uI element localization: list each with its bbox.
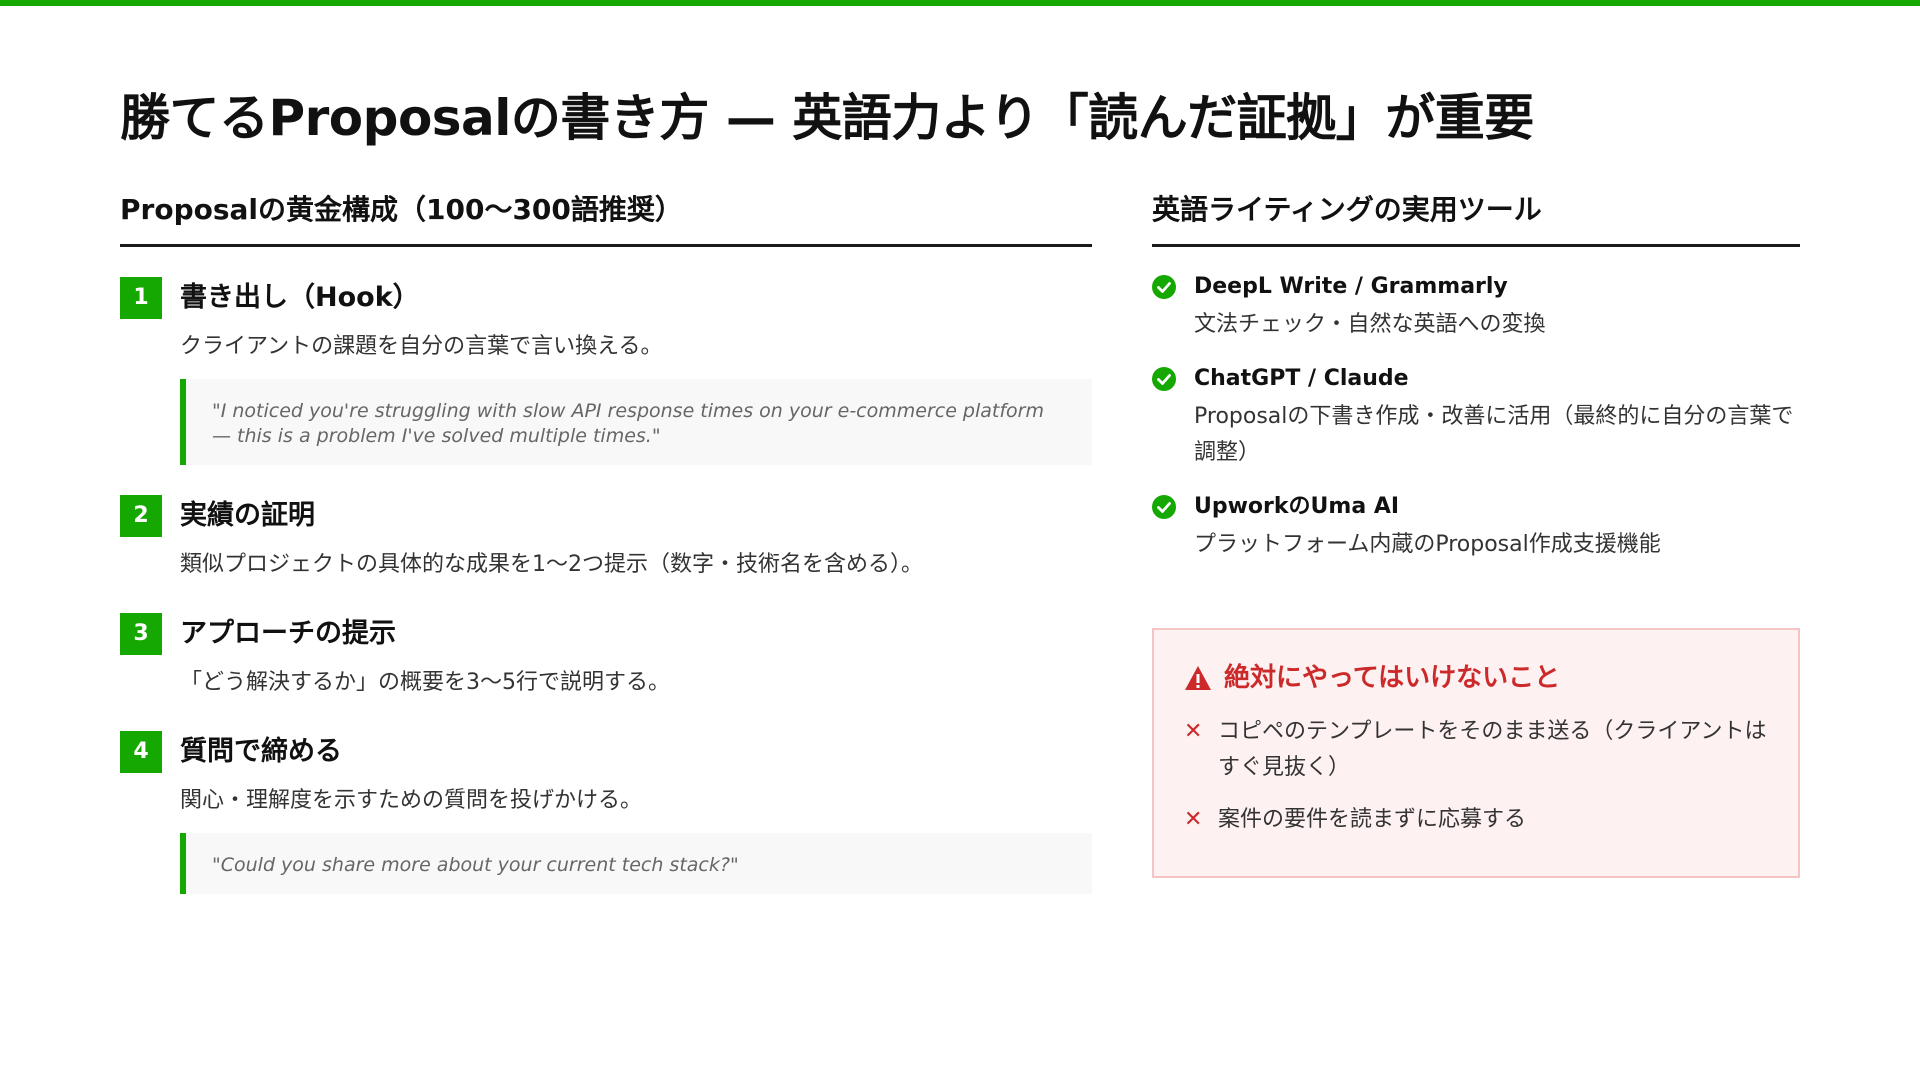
step-number-badge: 2	[120, 495, 162, 537]
slide-title: 勝てるProposalの書き方 — 英語力より「読んだ証拠」が重要	[120, 89, 1534, 147]
step-proof: 2 実績の証明 類似プロジェクトの具体的な成果を1〜2つ提示（数字・技術名を含め…	[120, 495, 1092, 583]
proposal-structure-heading: Proposalの黄金構成（100〜300語推奨）	[120, 190, 1092, 247]
step-title: 実績の証明	[180, 500, 315, 531]
tool-item: DeepL Write / Grammarly 文法チェック・自然な英語への変換	[1152, 271, 1800, 343]
warning-item-text: コピペのテンプレートをそのまま送る（クライアントはすぐ見抜く）	[1218, 719, 1767, 780]
step-title: アプローチの提示	[180, 618, 396, 649]
step-description: 関心・理解度を示すための質問を投げかける。	[180, 788, 643, 813]
warning-triangle-icon	[1185, 666, 1211, 690]
tool-name: DeepL Write / Grammarly	[1194, 274, 1508, 299]
x-icon: ✕	[1184, 807, 1203, 832]
tool-description: プラットフォーム内蔵のProposal作成支援機能	[1194, 532, 1661, 557]
proposal-structure-section: Proposalの黄金構成（100〜300語推奨） 1 書き出し（Hook） ク…	[120, 190, 1092, 894]
warning-item: ✕ コピペのテンプレートをそのまま送る（クライアントはすぐ見抜く）	[1184, 714, 1768, 786]
check-circle-icon	[1152, 495, 1176, 519]
step-question: 4 質問で締める 関心・理解度を示すための質問を投げかける。 "Could yo…	[120, 731, 1092, 894]
tool-item: ChatGPT / Claude Proposalの下書き作成・改善に活用（最終…	[1152, 363, 1800, 471]
warning-item: ✕ 案件の要件を読まずに応募する	[1184, 802, 1768, 838]
top-accent-bar	[0, 0, 1920, 6]
step-description: 「どう解決するか」の概要を3〜5行で説明する。	[180, 670, 670, 695]
step-number-badge: 1	[120, 277, 162, 319]
warning-title: 絶対にやってはいけないこと	[1184, 660, 1768, 696]
step-title: 質問で締める	[180, 736, 342, 767]
warning-list: ✕ コピペのテンプレートをそのまま送る（クライアントはすぐ見抜く） ✕ 案件の要…	[1184, 714, 1768, 838]
warning-item-text: 案件の要件を読まずに応募する	[1218, 807, 1527, 832]
step-description: クライアントの課題を自分の言葉で言い換える。	[180, 334, 663, 359]
tool-name: UpworkのUma AI	[1194, 494, 1400, 519]
writing-tools-section: 英語ライティングの実用ツール DeepL Write / Grammarly 文…	[1152, 190, 1800, 583]
writing-tools-heading: 英語ライティングの実用ツール	[1152, 190, 1800, 247]
step-number-badge: 4	[120, 731, 162, 773]
tool-description: 文法チェック・自然な英語への変換	[1194, 312, 1546, 337]
tool-name: ChatGPT / Claude	[1194, 366, 1409, 391]
tool-description: Proposalの下書き作成・改善に活用（最終的に自分の言葉で調整）	[1194, 404, 1794, 465]
check-circle-icon	[1152, 275, 1176, 299]
example-quote: "I noticed you're struggling with slow A…	[180, 379, 1092, 465]
step-approach: 3 アプローチの提示 「どう解決するか」の概要を3〜5行で説明する。	[120, 613, 1092, 701]
check-circle-icon	[1152, 367, 1176, 391]
tool-list: DeepL Write / Grammarly 文法チェック・自然な英語への変換…	[1152, 271, 1800, 563]
x-icon: ✕	[1184, 719, 1203, 744]
step-number-badge: 3	[120, 613, 162, 655]
step-title: 書き出し（Hook）	[180, 282, 420, 313]
warning-box: 絶対にやってはいけないこと ✕ コピペのテンプレートをそのまま送る（クライアント…	[1152, 628, 1800, 878]
step-hook: 1 書き出し（Hook） クライアントの課題を自分の言葉で言い換える。 "I n…	[120, 277, 1092, 465]
warning-title-text: 絶対にやってはいけないこと	[1224, 663, 1561, 693]
tool-item: UpworkのUma AI プラットフォーム内蔵のProposal作成支援機能	[1152, 491, 1800, 563]
example-quote: "Could you share more about your current…	[180, 833, 1092, 894]
step-description: 類似プロジェクトの具体的な成果を1〜2つ提示（数字・技術名を含める）。	[180, 552, 923, 577]
